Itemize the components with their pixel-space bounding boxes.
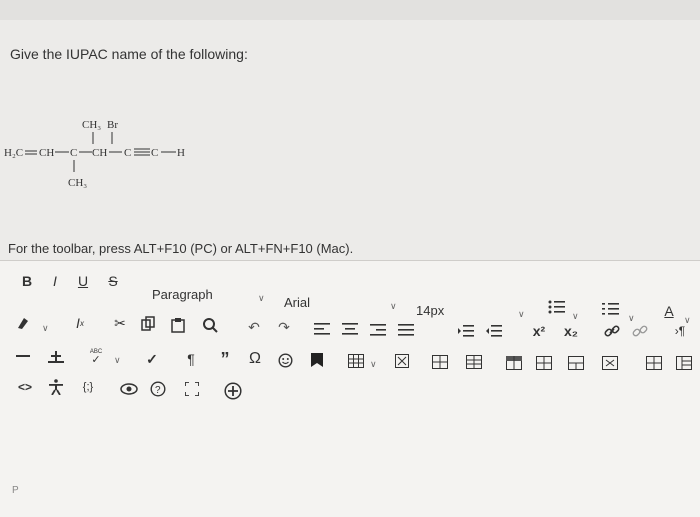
- underline-button[interactable]: U: [74, 269, 92, 293]
- spellcheck-icon[interactable]: ABC ✓: [84, 345, 108, 369]
- table-insert-row-icon[interactable]: [430, 350, 450, 374]
- outdent-icon[interactable]: [484, 319, 504, 343]
- toolbar-row-4: <> {;} ?: [0, 375, 700, 405]
- chevron-down-icon[interactable]: ∨: [370, 359, 377, 370]
- italic-button[interactable]: I: [46, 269, 64, 293]
- checkmark-icon[interactable]: ✓: [142, 347, 162, 371]
- bold-button[interactable]: B: [18, 269, 36, 293]
- add-content-icon[interactable]: [222, 379, 244, 403]
- align-center-icon[interactable]: [340, 317, 360, 341]
- ch3-top-label: CH₃: [82, 119, 101, 131]
- anchor-icon[interactable]: [46, 345, 66, 369]
- table-insert-col-icon[interactable]: [464, 350, 484, 374]
- embed-button[interactable]: {;}: [76, 375, 100, 399]
- chevron-down-icon[interactable]: ∨: [258, 293, 265, 304]
- table-col-props-icon[interactable]: [674, 351, 694, 375]
- chevron-down-icon[interactable]: ∨: [114, 355, 121, 366]
- ch3-bottom-label: CH₃: [68, 177, 87, 189]
- pilcrow-button[interactable]: ¶: [182, 347, 200, 371]
- omega-button[interactable]: Ω: [246, 347, 264, 371]
- atom-h2c: H₂C: [4, 147, 23, 159]
- top-band: [0, 0, 700, 20]
- toolbar-hint: For the toolbar, press ALT+F10 (PC) or A…: [8, 241, 354, 256]
- rich-text-editor[interactable]: B I U S Paragraph ∨ Arial ∨ 14px ∨ ∨ ∨ A…: [0, 260, 700, 517]
- toolbar-row-2: ∨ Ix ✂ ↶ ↷ x² x₂ ›¶: [0, 311, 700, 341]
- bookmark-icon[interactable]: [308, 348, 326, 372]
- indent-icon[interactable]: [456, 319, 476, 343]
- help-icon[interactable]: ?: [148, 377, 168, 401]
- table-delete-col-icon[interactable]: [534, 351, 554, 375]
- blockquote-button[interactable]: ”: [216, 347, 234, 371]
- code-button[interactable]: <>: [14, 375, 36, 399]
- table-icon[interactable]: [346, 349, 366, 373]
- atom-c-alkyne-2: C: [151, 147, 158, 159]
- table-split-icon[interactable]: [600, 351, 620, 375]
- toolbar-row-3: ABC ✓ ∨ ✓ ¶ ” Ω ∨: [0, 345, 700, 375]
- accessibility-icon[interactable]: [46, 375, 66, 399]
- atom-c-quaternary: C: [70, 147, 77, 159]
- toolbar-row-1: B I U S Paragraph ∨ Arial ∨ 14px ∨ ∨ ∨ A…: [0, 269, 700, 325]
- molecule-structure: CH₃ Br H₂C CH C CH C C H CH₃: [4, 119, 185, 189]
- font-select[interactable]: Arial: [284, 295, 310, 310]
- help-label: ?: [155, 385, 161, 396]
- align-right-icon[interactable]: [368, 318, 388, 342]
- align-left-icon[interactable]: [312, 317, 332, 341]
- strikethrough-button[interactable]: S: [104, 269, 122, 293]
- table-merge-icon[interactable]: [566, 351, 586, 375]
- atom-c-alkyne-1: C: [124, 147, 131, 159]
- status-path: P: [12, 485, 19, 496]
- redo-icon[interactable]: ↷: [274, 315, 294, 339]
- table-row-props-icon[interactable]: [644, 351, 664, 375]
- paragraph-select[interactable]: Paragraph: [152, 287, 213, 302]
- chevron-down-icon[interactable]: ∨: [42, 323, 49, 334]
- subscript-button[interactable]: x₂: [560, 319, 582, 343]
- hr-icon[interactable]: [14, 345, 32, 369]
- superscript-button[interactable]: x²: [528, 319, 550, 343]
- atom-h-terminal: H: [177, 147, 185, 159]
- ltr-icon[interactable]: ›¶: [668, 319, 692, 343]
- atom-ch-1: CH: [39, 147, 54, 159]
- link-icon[interactable]: [602, 319, 622, 343]
- justify-icon[interactable]: [396, 318, 416, 342]
- br-label: Br: [107, 119, 118, 131]
- clear-format-icon[interactable]: Ix: [70, 311, 90, 335]
- emoji-icon[interactable]: [276, 348, 294, 372]
- question-text: Give the IUPAC name of the following:: [10, 46, 248, 62]
- cut-icon[interactable]: ✂: [110, 311, 130, 335]
- search-icon[interactable]: [200, 313, 220, 337]
- highlight-icon[interactable]: [14, 311, 34, 335]
- copy-icon[interactable]: [138, 311, 158, 335]
- table-delete-row-icon[interactable]: [504, 351, 524, 375]
- unlink-icon[interactable]: [630, 319, 650, 343]
- preview-icon[interactable]: [118, 377, 140, 401]
- atom-ch-2: CH: [92, 147, 107, 159]
- table-props-icon[interactable]: [392, 349, 412, 373]
- fullscreen-icon[interactable]: [182, 377, 202, 401]
- undo-icon[interactable]: ↶: [244, 315, 264, 339]
- paste-icon[interactable]: [168, 313, 188, 337]
